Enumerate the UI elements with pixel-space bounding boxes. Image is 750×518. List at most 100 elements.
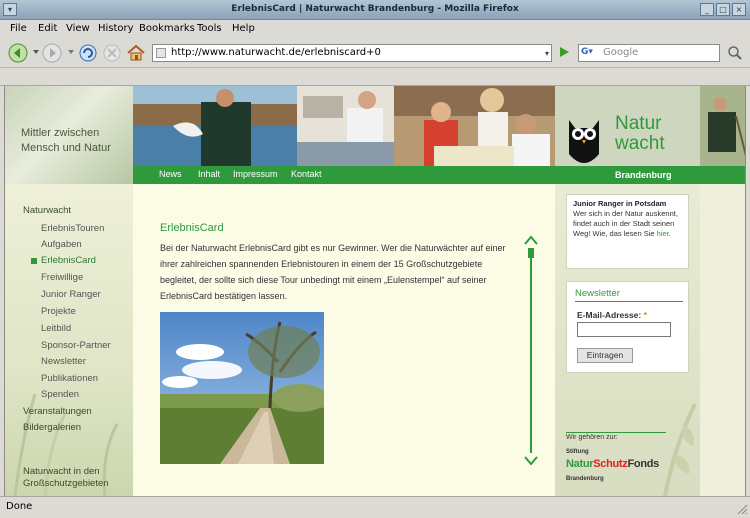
logo-wordmark: Natur wacht — [615, 114, 665, 154]
stiftung-label: Stiftung — [566, 449, 589, 455]
content-photo-country-road — [160, 312, 324, 464]
sidebar-item-grossschutzgebiete[interactable]: Naturwacht in den Großschutzgebieten — [23, 466, 109, 490]
sidebar-active-bullet — [31, 258, 37, 264]
forward-icon[interactable] — [42, 43, 62, 63]
sidebar-item-projekte[interactable]: Projekte — [41, 306, 76, 317]
nav-impressum[interactable]: Impressum — [233, 169, 278, 179]
menu-tools[interactable]: Tools — [197, 23, 222, 34]
content-paragraph: Bei der Naturwacht ErlebnisCard gibt es … — [160, 243, 506, 301]
nsf-fonds: Fonds — [627, 458, 660, 470]
menu-bookmarks[interactable]: Bookmarks — [139, 23, 195, 34]
status-bar: Done — [0, 496, 750, 518]
sidebar-item-bildergalerien[interactable]: Bildergalerien — [23, 422, 81, 433]
menu-help[interactable]: Help — [232, 23, 255, 34]
content-scroll-down-icon[interactable] — [524, 454, 538, 466]
back-dropdown-icon[interactable] — [31, 47, 41, 57]
sidebar-item-freiwillige[interactable]: Freiwillige — [41, 272, 83, 283]
logo-line1: Natur — [615, 113, 662, 134]
menu-file[interactable]: File — [10, 23, 27, 34]
reload-icon[interactable] — [78, 43, 98, 63]
sidebar-bottom-line2: Großschutzgebieten — [23, 478, 109, 489]
url-dropdown-icon[interactable]: ▾ — [545, 49, 549, 58]
junior-ranger-link[interactable]: hier — [657, 229, 669, 238]
right-leaf-decoration — [663, 403, 697, 496]
forward-dropdown-icon[interactable] — [66, 47, 76, 57]
header-right-band — [700, 166, 745, 184]
main-content: ErlebnisCard Bei der Naturwacht Erlebnis… — [160, 222, 540, 301]
search-magnifier-icon[interactable] — [727, 45, 743, 61]
close-icon[interactable]: × — [732, 3, 746, 16]
belong-divider — [566, 432, 666, 433]
nsf-natur: Natur — [566, 458, 594, 470]
stop-icon[interactable] — [102, 43, 122, 63]
menu-history[interactable]: History — [98, 23, 134, 34]
newsletter-divider — [575, 301, 683, 302]
sidebar-item-newsletter[interactable]: Newsletter — [41, 356, 86, 367]
back-icon[interactable] — [8, 43, 28, 63]
sidebar-item-sponsor-partner[interactable]: Sponsor-Partner — [41, 340, 111, 351]
header-photo-children — [394, 86, 555, 166]
logo-line2: wacht — [615, 133, 665, 154]
minimize-icon[interactable]: _ — [700, 3, 714, 16]
search-bar[interactable]: G▾ Google — [578, 44, 720, 62]
page-title: ErlebnisCard — [160, 222, 224, 234]
content-scroll-track[interactable] — [530, 248, 532, 453]
sidebar-item-leitbild[interactable]: Leitbild — [41, 323, 71, 334]
bookmarks-toolbar — [0, 68, 750, 86]
url-text[interactable]: http://www.naturwacht.de/erlebniscard+0 — [171, 47, 381, 58]
nav-news[interactable]: News — [159, 169, 182, 179]
logo-brand: Brandenburg — [615, 170, 672, 180]
header-photo-workshop — [297, 86, 394, 166]
sidebar-item-aufgaben[interactable]: Aufgaben — [41, 239, 82, 250]
sidebar-item-erlebnistouren[interactable]: ErlebnisTouren — [41, 223, 104, 234]
window-titlebar: ▾ ErlebnisCard | Naturwacht Brandenburg … — [0, 0, 750, 20]
right-sidebar: Junior Ranger in Potsdam Wer sich in der… — [555, 184, 700, 496]
tagline-line2: Mensch und Natur — [21, 142, 111, 154]
sidebar-item-spenden[interactable]: Spenden — [41, 389, 79, 400]
go-icon[interactable] — [557, 45, 571, 59]
junior-ranger-title: Junior Ranger in Potsdam — [573, 199, 667, 208]
eintragen-button[interactable]: Eintragen — [577, 348, 633, 363]
nav-kontakt[interactable]: Kontakt — [291, 169, 322, 179]
tagline-line1: Mittler zwischen — [21, 127, 100, 139]
menu-view[interactable]: View — [66, 23, 90, 34]
sidebar-bottom-line1: Naturwacht in den — [23, 466, 100, 477]
maximize-icon[interactable]: □ — [716, 3, 730, 16]
status-text: Done — [6, 501, 33, 512]
header-photo-strip — [133, 86, 555, 166]
nsf-brandenburg: Brandenburg — [566, 476, 604, 482]
owl-logo-icon — [569, 120, 599, 163]
naturschutzfonds-logo[interactable]: NaturSchutzFonds — [566, 458, 659, 470]
belong-label: Wir gehören zur: — [566, 434, 618, 441]
email-label: E-Mail-Adresse: * — [577, 310, 647, 320]
sidebar-item-naturwacht[interactable]: Naturwacht — [23, 205, 71, 216]
sidebar-item-veranstaltungen[interactable]: Veranstaltungen — [23, 406, 92, 417]
junior-ranger-box: Junior Ranger in Potsdam Wer sich in der… — [566, 194, 689, 269]
top-navigation: News Inhalt Impressum Kontakt — [133, 166, 555, 184]
url-bar[interactable]: http://www.naturwacht.de/erlebniscard+0 … — [152, 44, 552, 62]
required-mark: * — [643, 310, 647, 320]
page-favicon-icon — [156, 48, 166, 58]
menu-edit[interactable]: Edit — [38, 23, 57, 34]
search-input[interactable]: Google — [603, 47, 638, 58]
far-right-margin — [700, 184, 745, 496]
newsletter-box: Newsletter E-Mail-Adresse: * Eintragen — [566, 281, 689, 373]
home-icon[interactable] — [126, 43, 146, 63]
newsletter-title: Newsletter — [575, 288, 620, 299]
nav-inhalt[interactable]: Inhalt — [198, 169, 220, 179]
content-scroll-thumb[interactable] — [528, 248, 534, 258]
header-tagline-panel: Mittler zwischen Mensch und Natur — [5, 86, 133, 184]
content-scroll-up-icon[interactable] — [524, 234, 538, 246]
sidebar-item-erlebniscard[interactable]: ErlebnisCard — [41, 255, 96, 266]
sidebar-item-publikationen[interactable]: Publikationen — [41, 373, 98, 384]
header-photo-ranger-bird — [133, 86, 297, 166]
email-field[interactable] — [577, 322, 671, 337]
google-engine-icon[interactable]: G▾ — [581, 47, 599, 60]
menubar: File Edit View History Bookmarks Tools H… — [0, 20, 750, 38]
sidebar-item-junior-ranger[interactable]: Junior Ranger — [41, 289, 101, 300]
nsf-schutz: Schutz — [593, 458, 628, 470]
junior-ranger-end: . — [668, 229, 671, 238]
resize-grip-icon[interactable] — [734, 501, 748, 515]
naturwacht-logo[interactable]: Natur wacht Brandenburg — [555, 86, 700, 184]
window-title: ErlebnisCard | Naturwacht Brandenburg - … — [231, 4, 519, 14]
